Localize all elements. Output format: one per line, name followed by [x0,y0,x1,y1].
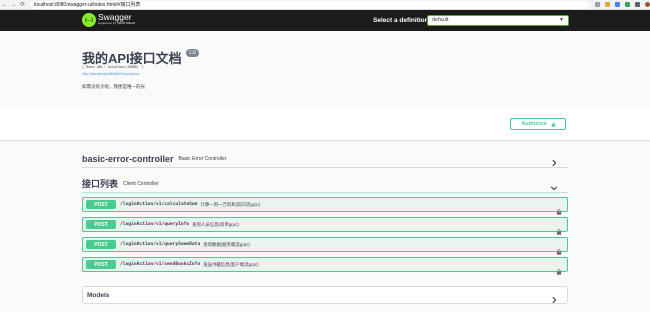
operation-summary: 计算一到一万的和(双向流grpc) [200,201,261,207]
address-bar[interactable]: localhost:8080/swagger-ui/index.html#/接口… [29,0,589,9]
base-url: [ Base URL: localhost:8080/ ] [82,65,144,69]
swagger-topbar: {…} Swagger supported by SMARTBEAR Selec… [0,10,650,31]
operation-summary: 查询数据(服务端流grpc) [203,241,250,247]
back-arrow-icon[interactable]: ← [0,0,9,10]
definition-select-value: default [432,17,449,23]
operation-summary: 发送书籍信息(客户端流grpc) [203,261,259,267]
lock-icon [551,122,555,127]
swagger-logo-name: Swagger [98,12,132,22]
method-badge: POST [86,200,116,209]
lock-icon[interactable] [556,262,562,280]
tag-name: basic-error-controller [82,153,174,164]
operation-path: /loginAction/v1/queryInfo [120,222,190,227]
definition-label: Select a definition [373,17,429,24]
models-title: Models [87,291,110,299]
api-description: 如需没有大呢，我便是唯一的光 [82,84,145,89]
method-badge: POST [86,220,116,229]
swagger-logo-glyph: {…} [84,16,93,22]
chevron-down-icon: ▼ [559,17,564,23]
tag-name: 接口列表 [82,179,119,189]
browser-toolbar: ← → ⟳ localhost:8080/swagger-ui/index.ht… [0,0,650,10]
forward-arrow-icon[interactable]: → [9,0,18,10]
reload-icon[interactable]: ⟳ [18,0,27,10]
operation-row[interactable]: POST /loginAction/v1/queryInfo 查询人员信息(简单… [82,217,568,235]
operation-path: /loginAction/v1/sendBooksInfo [120,262,201,267]
authorize-label: Authorize [521,121,547,127]
profile-avatar[interactable] [645,2,650,7]
operation-path: /loginAction/v1/calculateSum [120,202,198,207]
models-section[interactable]: Models [82,286,568,304]
operation-path: /loginAction/v1/querySomeData [120,242,201,247]
operation-row[interactable]: POST /loginAction/v1/calculateSum 计算一到一万… [82,197,568,215]
extension-icons [595,2,650,7]
address-bar-url: localhost:8080/swagger-ui/index.html#/接口… [33,2,141,8]
chevron-down-icon [550,179,558,191]
tag-client-controller[interactable]: 接口列表 Client Controller [82,175,568,193]
swagger-logo-icon[interactable]: {…} [82,13,96,27]
method-badge: POST [86,240,116,249]
extension-icon[interactable] [605,2,610,7]
authorize-button[interactable]: Authorize [510,118,566,130]
swagger-logo-text[interactable]: Swagger supported by SMARTBEAR [98,12,136,26]
extension-icon[interactable] [625,2,630,7]
version-badge: 1.0 [185,49,199,57]
definition-select[interactable]: default ▼ [427,15,569,26]
swagger-logo-subtitle: supported by SMARTBEAR [98,22,136,25]
api-docs-link[interactable]: http://localhost:8080/v2/api-docs [82,71,139,76]
method-badge: POST [86,260,116,269]
extension-icon[interactable] [635,2,640,7]
tag-description: Client Controller [123,180,159,187]
operation-row[interactable]: POST /loginAction/v1/querySomeData 查询数据(… [82,237,568,255]
operation-summary: 查询人员信息(简单grpc) [192,221,239,227]
chevron-right-icon [550,154,558,167]
extension-icon[interactable] [595,2,600,7]
tag-basic-error-controller[interactable]: basic-error-controller Basic Error Contr… [82,150,568,168]
tag-description: Basic Error Controller [178,155,227,162]
extension-icon[interactable] [615,2,620,7]
operation-row[interactable]: POST /loginAction/v1/sendBooksInfo 发送书籍信… [82,257,568,275]
chevron-right-icon [550,291,558,309]
